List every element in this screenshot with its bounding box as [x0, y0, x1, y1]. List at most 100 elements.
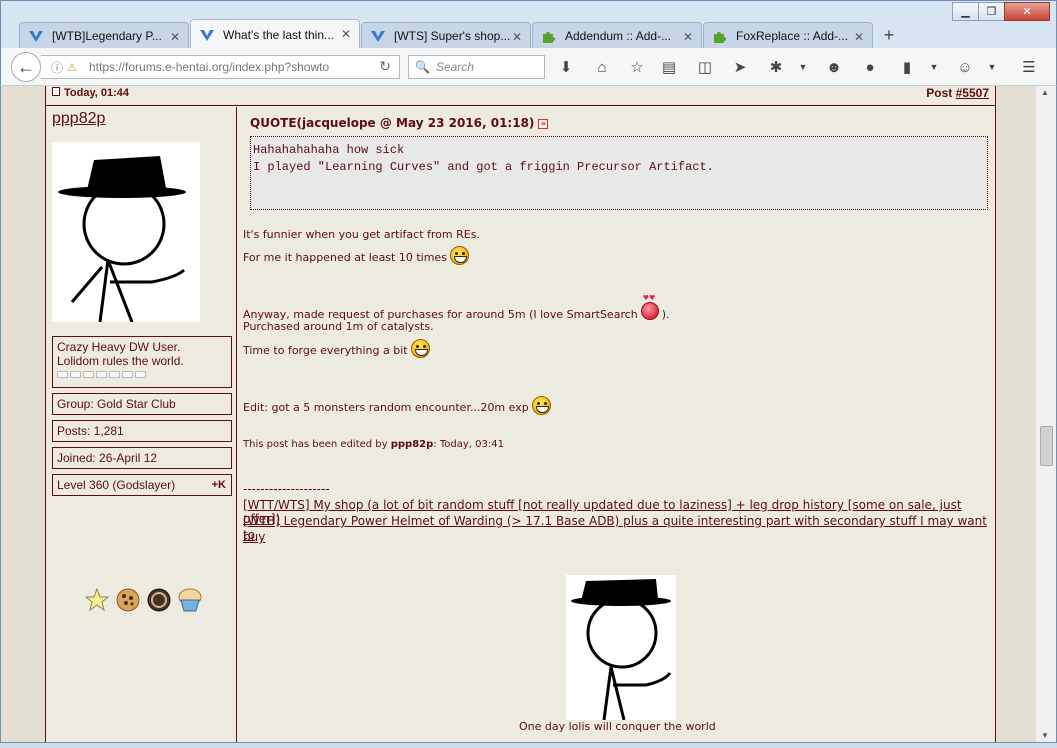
close-tab-icon[interactable]: ✕ [341, 27, 351, 41]
close-tab-icon[interactable]: ✕ [170, 30, 180, 44]
chocolate-cookie-badge-icon [147, 588, 171, 612]
wtb-link[interactable]: [WTB] Legendary Power Helmet of Warding … [243, 514, 987, 542]
post-number-link[interactable]: #5507 [956, 86, 989, 100]
quote-header: QUOTE(jacquelope @ May 23 2016, 01:18)» [250, 116, 549, 130]
author-posts: Posts: 1,281 [52, 420, 232, 442]
rank-pip [135, 371, 146, 378]
url-bar[interactable]: ⓘ ⚠ https://forums.e-hentai.org/index.ph… [41, 55, 400, 79]
navigation-toolbar: ← ⓘ ⚠ https://forums.e-hentai.org/index.… [0, 48, 1057, 86]
author-group: Group: Gold Star Club [52, 393, 232, 415]
rank-pip [122, 371, 133, 378]
body-line: Edit: got a 5 monsters random encounter.… [243, 396, 551, 415]
forum-icon [200, 29, 214, 41]
chevron-down-icon[interactable]: ▼ [987, 57, 997, 77]
tab-wts-supers-shop[interactable]: [WTS] Super's shop... ✕ [361, 22, 531, 49]
send-icon[interactable]: ➤ [730, 57, 750, 77]
plus-k-button[interactable]: +K [212, 479, 226, 491]
scroll-down-icon[interactable]: ▼ [1041, 731, 1049, 740]
rank-pip [83, 371, 94, 378]
tab-foxreplace-addon[interactable]: FoxReplace :: Add-... ✕ [703, 22, 873, 49]
url-text[interactable]: https://forums.e-hentai.org/index.php?sh… [89, 60, 347, 74]
clipboard-icon[interactable]: ▮ [897, 57, 917, 77]
home-icon[interactable]: ⌂ [592, 57, 612, 77]
tab-title: FoxReplace :: Add-... [736, 29, 849, 43]
search-placeholder: Search [435, 60, 474, 74]
vertical-scrollbar[interactable]: ▲ ▼ [1036, 86, 1057, 742]
info-icon[interactable]: ⓘ [51, 59, 67, 76]
reload-icon[interactable]: ↻ [379, 58, 391, 75]
rank-pip [70, 371, 81, 378]
quote-title: QUOTE(jacquelope @ May 23 2016, 01:18) [250, 116, 535, 130]
monkey-icon[interactable]: ☺ [955, 57, 975, 77]
puzzle-icon [714, 32, 726, 43]
maximize-button[interactable]: ❐ [978, 2, 1005, 21]
author-title-line2: Lolidom rules the world. [57, 354, 184, 368]
bookmark-star-icon[interactable]: ☆ [627, 57, 647, 77]
laughing-smiley-icon [449, 246, 469, 265]
tab-whats-the-last-thing[interactable]: What's the last thin... ✕ [190, 19, 360, 49]
star-badge-icon [84, 587, 110, 612]
signature-separator: -------------------- [243, 482, 330, 496]
tab-title: What's the last thin... [223, 27, 335, 42]
chat-face-icon[interactable]: ☻ [824, 57, 844, 77]
new-tab-button[interactable]: + [874, 22, 904, 49]
author-avatar [52, 142, 200, 322]
author-username[interactable]: ppp82p [52, 110, 105, 128]
author-badges [84, 587, 208, 613]
post-number: Post #5507 [926, 86, 989, 100]
tab-addendum-addon[interactable]: Addendum :: Add-... ✕ [532, 22, 702, 49]
tab-title: Addendum :: Add-... [565, 29, 672, 43]
tab-wtb-legendary[interactable]: [WTB]Legendary P... ✕ [19, 22, 189, 49]
laughing-smiley-icon [410, 339, 430, 358]
body-text: Edit: got a 5 monsters random encounter.… [243, 401, 529, 414]
close-tab-icon[interactable]: ✕ [512, 30, 522, 44]
search-icon: 🔍 [415, 60, 430, 74]
author-title-line1: Crazy Heavy DW User. [57, 340, 181, 354]
laughing-smiley-icon [531, 396, 551, 415]
rank-pip [96, 371, 107, 378]
rank-pip [57, 371, 68, 378]
author-level-box: Level 360 (Godslayer) +K [52, 474, 232, 496]
puzzle-icon [543, 32, 555, 43]
tab-title: [WTB]Legendary P... [52, 29, 162, 43]
body-line: Time to forge everything a bit [243, 339, 430, 358]
bug-icon[interactable]: ✱ [766, 57, 786, 77]
back-button[interactable]: ← [11, 52, 41, 82]
author-sidebar: ppp82p Crazy Heavy DW User. Lolidom rule… [46, 107, 237, 742]
forum-icon [371, 31, 385, 42]
author-level: Level 360 (Godslayer) [57, 478, 176, 492]
quote-box: Hahahahahaha how sick I played "Learning… [250, 136, 988, 210]
close-tab-icon[interactable]: ✕ [683, 30, 693, 44]
chevron-down-icon[interactable]: ▼ [798, 57, 808, 77]
pocket-icon[interactable]: ◫ [695, 57, 715, 77]
warning-lock-icon[interactable]: ⚠ [67, 61, 83, 74]
scroll-up-icon[interactable]: ▲ [1041, 88, 1049, 97]
quote-link-icon[interactable]: » [538, 118, 549, 129]
edit-suffix: : Today, 03:41 [433, 439, 504, 450]
hamburger-menu-icon[interactable]: ☰ [1019, 57, 1039, 77]
rank-pip [109, 371, 120, 378]
search-input[interactable]: 🔍 Search [408, 55, 545, 79]
chevron-down-icon[interactable]: ▼ [929, 57, 939, 77]
forum-post: Today, 01:44 Post #5507 ppp82p Crazy Hea… [45, 86, 996, 742]
body-text: ). [661, 308, 670, 321]
minimize-button[interactable]: ▁ [952, 2, 979, 21]
quote-line: Hahahahahaha how sick [253, 143, 405, 157]
page-viewport: Today, 01:44 Post #5507 ppp82p Crazy Hea… [0, 86, 1036, 742]
post-header: Today, 01:44 Post #5507 [46, 86, 995, 106]
reading-list-icon[interactable]: ▤ [659, 57, 679, 77]
close-tab-icon[interactable]: ✕ [854, 30, 864, 44]
window-controls: ▁ ❐ ✕ [952, 2, 1050, 21]
extension-icon[interactable]: ● [860, 57, 880, 77]
post-icon [52, 87, 60, 96]
download-icon[interactable]: ⬇ [556, 57, 576, 77]
love-smiley-icon: ♥♥ [640, 294, 659, 320]
browser-titlebar: [WTB]Legendary P... ✕ What's the last th… [0, 0, 1057, 49]
cookie-badge-icon [116, 588, 140, 612]
scroll-thumb[interactable] [1040, 426, 1053, 466]
wtb-link[interactable]: buy [243, 530, 265, 544]
close-window-button[interactable]: ✕ [1004, 2, 1050, 21]
signature-image [566, 575, 676, 720]
tab-title: [WTS] Super's shop... [394, 29, 511, 43]
body-text: Time to forge everything a bit [243, 344, 408, 357]
